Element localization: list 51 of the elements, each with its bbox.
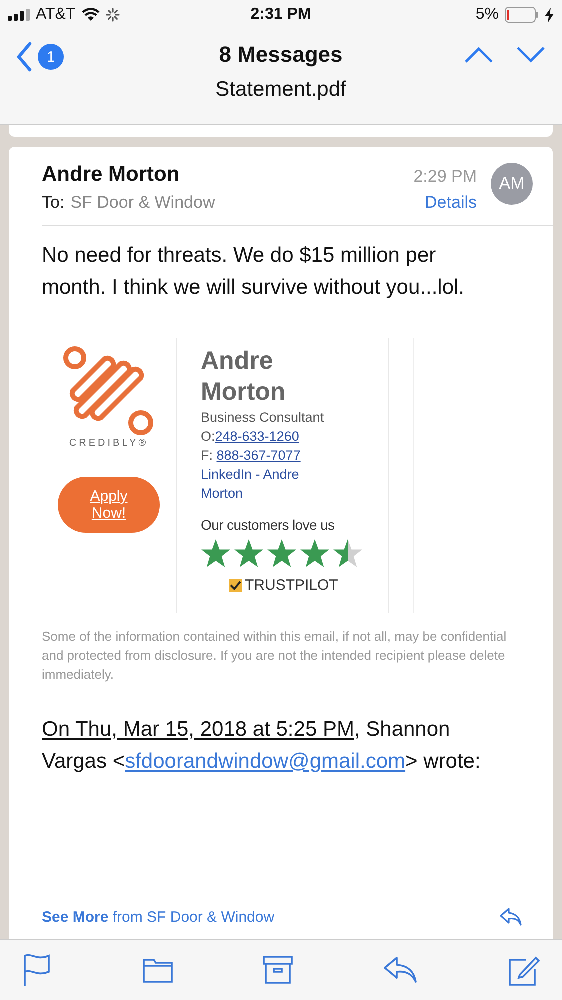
thread-title: 8 Messages xyxy=(219,42,343,68)
spinner-icon xyxy=(106,8,120,22)
battery-icon xyxy=(505,7,539,23)
check-icon xyxy=(229,579,242,592)
see-more-link[interactable]: See More from SF Door & Window xyxy=(42,908,275,926)
to-label: To: xyxy=(42,193,65,213)
linkedin-link[interactable]: LinkedIn - Andre Morton xyxy=(201,465,341,503)
office-label: O: xyxy=(201,429,216,444)
message-time: 2:29 PM xyxy=(414,167,477,187)
reply-button[interactable] xyxy=(382,956,418,984)
message-body: No need for threats. We do $15 million per month. I think we will survive without you...lol. xyxy=(42,243,466,301)
company-logo-text: CREDIBLY® xyxy=(69,438,149,449)
sender-avatar: AM xyxy=(491,163,533,205)
reply-icon[interactable] xyxy=(499,907,523,927)
back-chevron-icon xyxy=(16,42,32,72)
email-link[interactable]: sfdoorandwindow@gmail.com xyxy=(125,750,406,773)
review-brand: TRUSTPILOT xyxy=(245,577,338,594)
star-icon xyxy=(333,539,363,569)
star-icon xyxy=(201,539,231,569)
star-icon xyxy=(300,539,330,569)
office-phone-link[interactable]: 248-633-1260 xyxy=(215,429,300,444)
battery-percent: 5% xyxy=(476,6,499,24)
clock-time: 2:31 PM xyxy=(250,6,312,24)
job-title: Business Consultant xyxy=(201,409,324,427)
quote-header: On Thu, Mar 15, 2018 at 5:25 PM, Shannon Vargas <sfdoorandwindow@gmail.com> wrote: xyxy=(42,717,482,775)
signal-icon xyxy=(8,9,30,21)
thread-subtitle: Statement.pdf xyxy=(216,78,346,102)
disclaimer-text: Some of the information contained within this email, if not all, may be confidential and protected from disclosure. If you are not the intended recipient please delete immediately. xyxy=(42,628,508,684)
back-button[interactable]: 1 xyxy=(16,38,166,76)
flag-button[interactable] xyxy=(22,953,52,987)
reviews-caption: Our customers love us xyxy=(201,517,335,533)
signature-name: Andre Morton xyxy=(201,346,287,408)
wifi-icon xyxy=(82,8,100,22)
fax-label: F: xyxy=(201,448,214,463)
fax-phone-link[interactable]: 888-367-7077 xyxy=(216,448,301,463)
details-link[interactable]: Details xyxy=(425,193,477,213)
unread-count-badge: 1 xyxy=(38,44,64,70)
archive-button[interactable] xyxy=(263,955,293,985)
lines-logo-icon xyxy=(63,346,155,436)
move-to-folder-button[interactable] xyxy=(142,956,174,984)
previous-message-button[interactable] xyxy=(464,46,494,64)
recipient-name: SF Door & Window xyxy=(70,193,216,213)
star-icon xyxy=(234,539,264,569)
date-link[interactable]: On Thu, Mar 15, 2018 at 5:25 PM xyxy=(42,718,354,741)
charging-icon xyxy=(545,8,554,22)
next-message-button[interactable] xyxy=(516,46,546,64)
compose-button[interactable] xyxy=(508,954,540,986)
sender-name: Andre Morton xyxy=(42,163,181,187)
carrier-name: AT&T xyxy=(36,6,76,24)
star-icon xyxy=(267,539,297,569)
apply-now-button[interactable]: Apply Now! xyxy=(58,477,160,533)
